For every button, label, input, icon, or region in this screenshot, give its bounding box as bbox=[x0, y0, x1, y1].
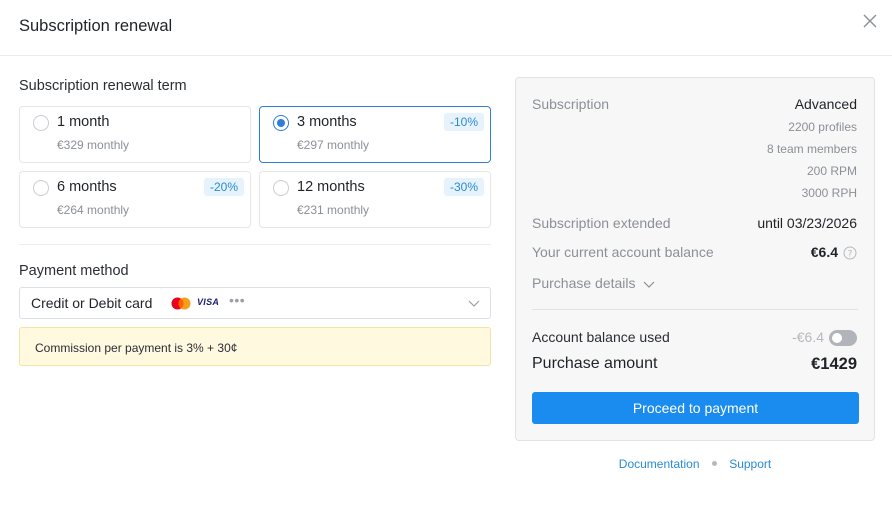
purchase-amount-value: €1429 bbox=[811, 355, 857, 373]
term-name: 12 months bbox=[297, 179, 365, 195]
plan-detail-team-members: 8 team members bbox=[766, 142, 857, 156]
chevron-down-icon bbox=[468, 300, 480, 307]
plan-detail-profiles: 2200 profiles bbox=[788, 120, 857, 134]
term-name: 3 months bbox=[297, 114, 357, 130]
balance-used-value: -€6.4 bbox=[792, 329, 824, 345]
documentation-link[interactable]: Documentation bbox=[619, 457, 700, 471]
separator-dot bbox=[711, 461, 717, 467]
payment-method-select[interactable]: Credit or Debit card VISA ••• bbox=[19, 287, 491, 319]
plan-detail-rpm: 200 RPM bbox=[806, 164, 857, 178]
dialog-title: Subscription renewal bbox=[19, 17, 173, 35]
radio-12-months[interactable] bbox=[273, 180, 289, 196]
purchase-details-toggle[interactable]: Purchase details bbox=[532, 275, 655, 291]
summary-divider bbox=[532, 309, 858, 310]
term-section-label: Subscription renewal term bbox=[19, 78, 187, 94]
discount-badge: -30% bbox=[443, 178, 484, 196]
commission-notice: Commission per payment is 3% + 30¢ bbox=[19, 327, 491, 366]
term-option-12-months[interactable]: 12 months €231 monthly -30% bbox=[259, 171, 491, 228]
term-option-6-months[interactable]: 6 months €264 monthly -20% bbox=[19, 171, 251, 228]
radio-3-months[interactable] bbox=[273, 115, 289, 131]
close-icon[interactable] bbox=[861, 12, 879, 30]
proceed-to-payment-button[interactable]: Proceed to payment bbox=[532, 392, 859, 424]
radio-1-month[interactable] bbox=[33, 115, 49, 131]
term-price: €297 monthly bbox=[297, 138, 370, 152]
help-icon[interactable]: ? bbox=[843, 246, 857, 260]
term-name: 1 month bbox=[57, 114, 110, 130]
more-icon: ••• bbox=[229, 292, 246, 308]
extended-value: until 03/23/2026 bbox=[757, 215, 857, 231]
plan-detail-rph: 3000 RPH bbox=[801, 186, 857, 200]
term-option-3-months[interactable]: 3 months €297 monthly -10% bbox=[259, 106, 491, 163]
dialog-header: Subscription renewal bbox=[0, 0, 892, 56]
subscription-plan: Advanced bbox=[794, 96, 857, 112]
balance-value: €6.4 bbox=[810, 244, 838, 260]
term-option-1-month[interactable]: 1 month €329 monthly bbox=[19, 106, 251, 163]
balance-used-label: Account balance used bbox=[532, 329, 670, 345]
extended-label: Subscription extended bbox=[532, 215, 671, 231]
term-price: €329 monthly bbox=[57, 138, 130, 152]
footer-links: Documentation Support bbox=[515, 457, 875, 471]
subscription-label: Subscription bbox=[532, 96, 610, 112]
discount-badge: -10% bbox=[443, 113, 484, 131]
term-name: 6 months bbox=[57, 179, 117, 195]
balance-label: Your current account balance bbox=[532, 244, 714, 260]
purchase-amount-label: Purchase amount bbox=[532, 355, 658, 372]
support-link[interactable]: Support bbox=[729, 457, 771, 471]
order-summary-panel: Subscription Advanced 2200 profiles 8 te… bbox=[515, 77, 875, 441]
purchase-details-label: Purchase details bbox=[532, 275, 636, 291]
payment-method-value: Credit or Debit card bbox=[31, 295, 153, 311]
mastercard-icon bbox=[171, 297, 191, 310]
svg-text:?: ? bbox=[848, 250, 853, 260]
payment-method-label: Payment method bbox=[19, 263, 129, 279]
chevron-down-icon bbox=[643, 281, 655, 288]
section-divider bbox=[19, 244, 491, 245]
commission-text: Commission per payment is 3% + 30¢ bbox=[35, 341, 238, 355]
discount-badge: -20% bbox=[203, 178, 244, 196]
visa-icon: VISA bbox=[197, 297, 220, 307]
radio-6-months[interactable] bbox=[33, 180, 49, 196]
balance-used-toggle[interactable] bbox=[829, 330, 857, 346]
term-price: €231 monthly bbox=[297, 203, 370, 217]
term-price: €264 monthly bbox=[57, 203, 130, 217]
